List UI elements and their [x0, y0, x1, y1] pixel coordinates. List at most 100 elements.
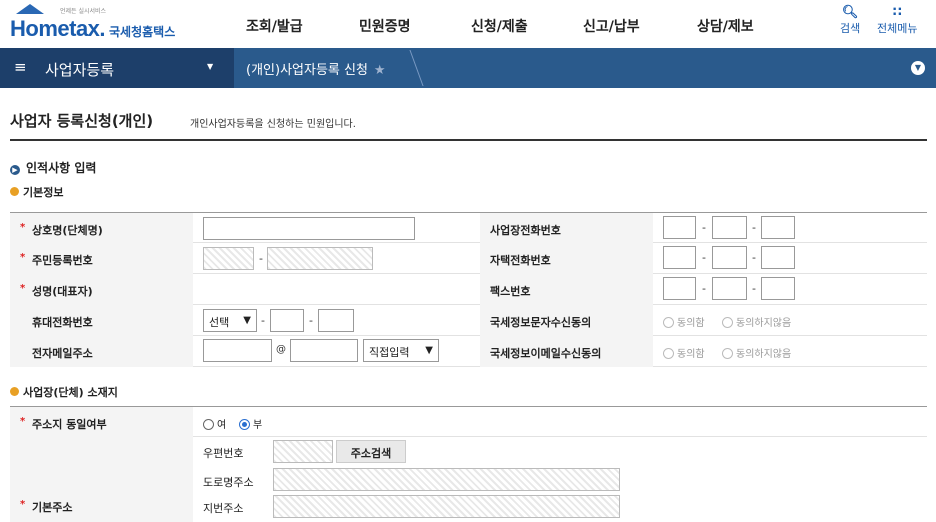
form-row: 휴대전화번호 선택 ▼ - - 국세정보문자수신동의 동의함 동의하지않음 — [10, 305, 927, 336]
form-row: * 주소지 동일여부 여 부 — [10, 406, 927, 438]
same-address-label: * 주소지 동일여부 — [10, 407, 193, 438]
trade-name-label: * 상호명(단체명) — [10, 213, 193, 244]
name-label: * 성명(대표자) — [10, 274, 193, 305]
form-row: * 주민등록번호 - 자택전화번호 - - — [10, 243, 927, 274]
basic-info-heading: 기본정보 — [10, 184, 63, 200]
breadcrumb-label: (개인)사업자등록 신청 — [246, 63, 368, 78]
label-text: 주민등록번호 — [32, 254, 93, 267]
business-phone-2[interactable] — [712, 216, 747, 239]
menu-civil-certificate[interactable]: 민원증명 — [359, 16, 411, 36]
radio-circle — [663, 317, 674, 328]
same-address-no-radio[interactable]: 부 — [239, 416, 262, 431]
radio-circle — [203, 419, 214, 430]
menu-icon: ≡ — [14, 58, 27, 76]
fax-2[interactable] — [712, 277, 747, 300]
all-menu-button[interactable]: ∷ 전체메뉴 — [877, 6, 917, 36]
menu-report-payment[interactable]: 신고/납부 — [583, 16, 640, 36]
search-icon: 🔍︎ — [841, 5, 859, 20]
form-row: 전자메일주소 @ 직접입력 ▼ 국세정보이메일수신동의 동의함 동의하지않음 — [10, 336, 927, 367]
email-disagree-radio[interactable]: 동의하지않음 — [722, 345, 791, 360]
trade-name-input[interactable] — [203, 217, 415, 240]
home-phone-label: 자택전화번호 — [480, 243, 653, 274]
home-phone-3[interactable] — [761, 246, 795, 269]
radio-circle — [722, 317, 733, 328]
sms-disagree-radio[interactable]: 동의하지않음 — [722, 314, 791, 329]
section-selector[interactable]: ≡ 사업자등록 ▼ — [0, 48, 234, 88]
dash: - — [752, 251, 756, 264]
business-phone-3[interactable] — [761, 216, 795, 239]
sms-consent-label: 국세정보문자수신동의 — [480, 305, 653, 336]
email-domain-select[interactable]: 직접입력 ▼ — [363, 339, 439, 362]
select-value: 선택 — [209, 316, 230, 329]
logo-text: Hometax. — [10, 16, 106, 41]
dash: - — [752, 221, 756, 234]
dash: - — [261, 314, 265, 327]
sms-agree-radio[interactable]: 동의함 — [663, 314, 705, 329]
star-icon[interactable]: ★ — [374, 63, 386, 78]
label-text: 주소지 동일여부 — [32, 418, 107, 431]
bullet-icon — [10, 387, 19, 396]
select-value: 직접입력 — [369, 346, 410, 359]
expand-icon[interactable]: ▼ — [911, 61, 925, 75]
menu-application-submit[interactable]: 신청/제출 — [471, 16, 528, 36]
radio-circle — [722, 348, 733, 359]
mobile-prefix-select[interactable]: 선택 ▼ — [203, 309, 257, 332]
search-label: 검색 — [840, 22, 861, 35]
header: 언제든 실시서비스 Hometax. 국세청홈택스 조회/발급 민원증명 신청/… — [0, 0, 936, 48]
label-text: 기본주소 — [32, 501, 73, 514]
section-label: 사업자등록 — [45, 61, 115, 79]
fax-3[interactable] — [761, 277, 795, 300]
business-phone-label: 사업장전화번호 — [480, 213, 653, 244]
page: { "header": { "logo_tagline": "언제든 실시서비스… — [0, 0, 936, 522]
dash: - — [752, 282, 756, 295]
resident-number-back — [267, 247, 373, 270]
mobile-label: 휴대전화번호 — [10, 305, 193, 336]
home-phone-2[interactable] — [712, 246, 747, 269]
resident-number-front — [203, 247, 254, 270]
mobile-middle-input[interactable] — [270, 309, 304, 332]
search-button[interactable]: 🔍︎ 검색 — [840, 6, 860, 36]
mobile-last-input[interactable] — [318, 309, 354, 332]
email-domain-input[interactable] — [290, 339, 358, 362]
email-at: @ — [276, 344, 286, 355]
email-id-input[interactable] — [203, 339, 272, 362]
radio-label: 동의함 — [677, 349, 705, 360]
home-roof-icon — [16, 4, 44, 14]
basic-heading-label: 기본정보 — [23, 186, 64, 199]
same-address-yes-radio[interactable]: 여 — [203, 416, 226, 431]
radio-label: 동의하지않음 — [736, 349, 792, 360]
grid-icon: ∷ — [892, 5, 902, 20]
address-search-button[interactable]: 주소검색 — [336, 440, 406, 463]
address-section-heading: 사업장(단체) 소재지 — [10, 384, 118, 400]
radio-circle — [239, 419, 250, 430]
address-heading-label: 사업장(단체) 소재지 — [23, 386, 118, 399]
radio-label: 동의하지않음 — [736, 318, 792, 329]
road-address-input — [273, 468, 620, 491]
radio-label: 동의함 — [677, 318, 705, 329]
logo-subtext: 국세청홈택스 — [109, 25, 176, 39]
logo-tagline: 언제든 실시서비스 — [60, 8, 107, 15]
form-row: * 성명(대표자) 팩스번호 - - — [10, 274, 927, 305]
home-phone-1[interactable] — [663, 246, 696, 269]
fax-label: 팩스번호 — [480, 274, 653, 305]
label-text: 상호명(단체명) — [32, 224, 103, 237]
menu-lookup-issue[interactable]: 조회/발급 — [246, 16, 303, 36]
form-row: * 상호명(단체명) 사업장전화번호 - - — [10, 212, 927, 244]
chevron-down-icon: ▼ — [207, 62, 214, 71]
email-consent-label: 국세정보이메일수신동의 — [480, 336, 653, 367]
lot-address-label: 지번주소 — [203, 502, 244, 515]
dash: - — [702, 251, 706, 264]
business-phone-1[interactable] — [663, 216, 696, 239]
personal-heading-label: 인적사항 입력 — [26, 161, 97, 175]
resident-number-label: * 주민등록번호 — [10, 243, 193, 274]
email-label: 전자메일주소 — [10, 336, 193, 367]
email-agree-radio[interactable]: 동의함 — [663, 345, 705, 360]
hometax-logo[interactable]: 언제든 실시서비스 Hometax. 국세청홈택스 — [10, 4, 190, 46]
dash: - — [259, 252, 263, 265]
postal-code-label: 우편번호 — [203, 447, 244, 460]
radio-label: 부 — [253, 420, 263, 431]
fax-1[interactable] — [663, 277, 696, 300]
menu-consult-report[interactable]: 상담/제보 — [697, 16, 754, 36]
road-address-label: 도로명주소 — [203, 476, 254, 489]
personal-section-heading: ▶ 인적사항 입력 — [10, 159, 96, 176]
